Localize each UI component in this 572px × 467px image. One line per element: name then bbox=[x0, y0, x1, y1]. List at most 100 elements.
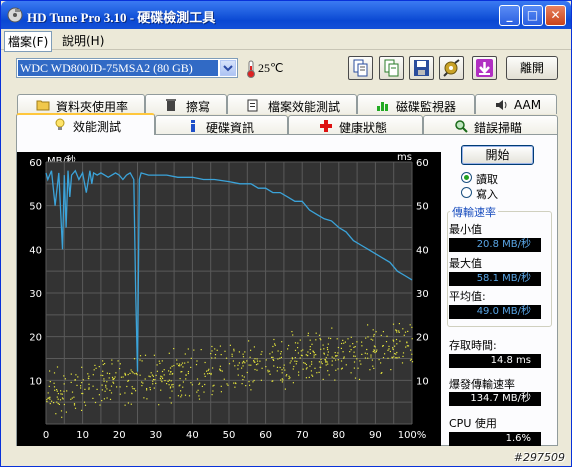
access-time-point bbox=[396, 357, 398, 359]
access-time-point bbox=[350, 349, 352, 351]
access-time-point bbox=[176, 363, 178, 365]
access-time-point bbox=[288, 375, 290, 377]
access-time-point bbox=[83, 401, 86, 403]
access-time-point bbox=[367, 324, 369, 326]
access-time-point bbox=[303, 362, 305, 364]
access-time-point bbox=[293, 365, 295, 368]
save-button[interactable] bbox=[409, 56, 434, 80]
access-time-point bbox=[131, 386, 133, 388]
access-time-point bbox=[241, 383, 243, 385]
access-time-point bbox=[179, 365, 181, 367]
start-button[interactable]: 開始 bbox=[461, 145, 534, 165]
access-time-point bbox=[84, 404, 87, 406]
access-time-point bbox=[127, 374, 129, 376]
access-time-point bbox=[387, 349, 389, 351]
access-time-point bbox=[141, 381, 143, 383]
access-time-point bbox=[353, 351, 355, 353]
options-button[interactable] bbox=[439, 56, 464, 80]
access-time-point bbox=[238, 362, 240, 364]
access-time-point bbox=[57, 393, 59, 395]
access-time-point bbox=[190, 357, 192, 359]
access-time-point bbox=[267, 371, 269, 373]
copy-info-button[interactable] bbox=[379, 56, 404, 80]
access-time-point bbox=[116, 386, 118, 388]
access-time-point bbox=[337, 359, 339, 361]
access-time-point bbox=[271, 351, 273, 353]
access-time-point bbox=[337, 346, 339, 349]
access-time-point bbox=[356, 341, 358, 343]
tab-folder-usage[interactable]: 資料夾使用率 bbox=[17, 94, 145, 114]
access-time-point bbox=[250, 389, 252, 391]
access-time-point bbox=[388, 348, 390, 350]
exit-button[interactable]: 離開 bbox=[506, 56, 558, 80]
read-radio[interactable]: 讀取 bbox=[461, 171, 521, 186]
access-time-point bbox=[373, 333, 375, 336]
menu-help[interactable]: 說明(H) bbox=[59, 31, 107, 50]
access-time-point bbox=[272, 356, 274, 358]
maximize-button[interactable]: □ bbox=[522, 5, 543, 26]
dropdown-button[interactable] bbox=[220, 60, 236, 76]
copy-button[interactable] bbox=[348, 56, 373, 80]
tab-erase[interactable]: 擦寫 bbox=[145, 94, 227, 114]
y-tick-label-right: 30 bbox=[416, 289, 429, 300]
access-time-point bbox=[88, 383, 90, 385]
access-time-point bbox=[382, 357, 385, 359]
access-time-point bbox=[295, 363, 297, 365]
access-time-point bbox=[187, 361, 189, 363]
tab-error-scan[interactable]: 錯誤掃瞄 bbox=[423, 115, 558, 135]
menu-file[interactable]: 檔案(F) bbox=[4, 31, 53, 52]
access-time-point bbox=[225, 357, 228, 359]
access-time-point bbox=[204, 375, 206, 377]
access-time-point bbox=[299, 357, 301, 359]
access-time-point bbox=[327, 343, 329, 345]
access-time-point bbox=[261, 367, 263, 369]
access-time-point bbox=[49, 381, 51, 383]
access-time-point bbox=[321, 363, 323, 365]
access-time-point bbox=[223, 378, 225, 380]
access-time-point bbox=[135, 372, 137, 374]
access-time-point bbox=[77, 376, 79, 378]
access-time-point bbox=[260, 353, 262, 355]
tab-disk-monitor[interactable]: 磁碟監視器 bbox=[357, 94, 475, 114]
access-time-point bbox=[211, 350, 213, 352]
access-time-point bbox=[309, 365, 311, 367]
tab-benchmark[interactable]: 效能測試 bbox=[16, 113, 155, 135]
access-time-point bbox=[243, 376, 245, 378]
access-time-point bbox=[371, 359, 373, 361]
title-bar[interactable]: HD Tune Pro 3.10 - 硬碟檢測工具 _ □ ✕ bbox=[1, 1, 571, 29]
access-time-point bbox=[318, 361, 320, 363]
tab-aam[interactable]: AAM bbox=[475, 94, 557, 114]
access-time-point bbox=[132, 388, 134, 390]
access-time-point bbox=[53, 386, 56, 388]
access-time-point bbox=[146, 388, 148, 390]
access-time-point bbox=[259, 360, 261, 362]
access-time-point bbox=[294, 357, 296, 359]
access-time-point bbox=[287, 348, 289, 350]
access-time-point bbox=[337, 368, 339, 370]
access-time-point bbox=[285, 375, 287, 377]
tab-health[interactable]: 健康狀態 bbox=[288, 115, 423, 135]
download-button[interactable] bbox=[472, 56, 497, 80]
access-time-point bbox=[160, 375, 162, 377]
access-time-point bbox=[169, 367, 172, 369]
tab-disk-info[interactable]: 硬碟資訊 bbox=[155, 115, 288, 135]
access-time-point bbox=[73, 404, 76, 406]
access-time-point bbox=[212, 390, 214, 392]
minimize-button[interactable]: _ bbox=[499, 5, 520, 26]
access-time-point bbox=[185, 378, 187, 380]
access-time-point bbox=[163, 369, 165, 371]
close-button[interactable]: ✕ bbox=[545, 5, 566, 26]
access-time-point bbox=[161, 360, 163, 362]
access-time-point bbox=[250, 349, 252, 351]
tab-file-benchmark[interactable]: 檔案效能測試 bbox=[227, 94, 357, 114]
access-time-point bbox=[297, 347, 299, 349]
access-time-point bbox=[156, 370, 158, 372]
y-tick-label-left: 20 bbox=[29, 333, 42, 344]
app-window: HD Tune Pro 3.10 - 硬碟檢測工具 _ □ ✕ 檔案(F) 說明… bbox=[0, 0, 572, 467]
access-time-point bbox=[318, 334, 321, 336]
write-radio[interactable]: 寫入 bbox=[461, 186, 521, 201]
access-time-point bbox=[301, 355, 303, 357]
access-time-point bbox=[110, 385, 113, 387]
access-time-point bbox=[60, 393, 62, 395]
drive-select[interactable]: WDC WD800JD-75MSA2 (80 GB) bbox=[16, 58, 238, 78]
